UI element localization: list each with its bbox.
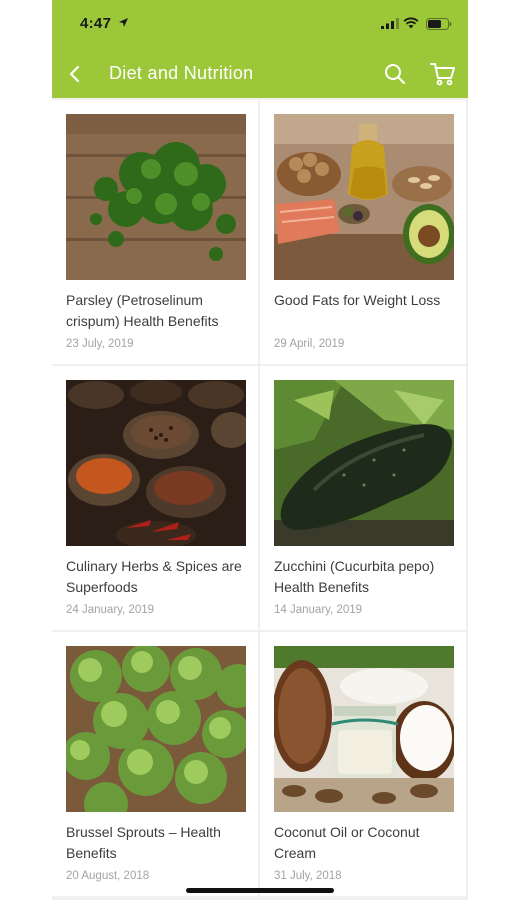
article-title: Zucchini (Cucurbita pepo) Health Benefit…	[274, 558, 435, 595]
app-screen: 4:47 Diet and Nutrition Parsley (Petrose…	[52, 0, 468, 900]
article-card-good-fats[interactable]: Good Fats for Weight Loss 29 April, 2019	[260, 100, 466, 364]
wifi-icon	[403, 17, 419, 29]
article-card-brussel-sprouts[interactable]: Brussel Sprouts – Health Benefits 20 Aug…	[52, 632, 258, 896]
article-title: Brussel Sprouts – Health Benefits	[66, 824, 221, 861]
article-card-parsley[interactable]: Parsley (Petroselinum crispum) Health Be…	[52, 100, 258, 364]
article-date: 20 August, 2018	[66, 870, 150, 882]
cart-icon[interactable]	[430, 62, 456, 86]
article-title: Good Fats for Weight Loss	[274, 292, 441, 308]
article-date: 23 July, 2019	[66, 338, 134, 350]
article-card-zucchini[interactable]: Zucchini (Cucurbita pepo) Health Benefit…	[260, 366, 466, 630]
battery-icon	[426, 18, 452, 30]
article-date: 31 July, 2018	[274, 870, 342, 882]
back-icon[interactable]	[66, 62, 86, 86]
app-header: 4:47 Diet and Nutrition	[52, 0, 468, 98]
nav-bar: Diet and Nutrition	[52, 50, 468, 98]
status-bar: 4:47	[52, 0, 468, 48]
article-grid: Parsley (Petroselinum crispum) Health Be…	[52, 100, 468, 896]
article-title: Coconut Oil or Coconut Cream	[274, 824, 420, 861]
parsley-image	[66, 114, 246, 280]
search-icon[interactable]	[384, 63, 406, 85]
article-card-coconut[interactable]: Coconut Oil or Coconut Cream 31 July, 20…	[260, 632, 466, 896]
home-indicator[interactable]	[186, 888, 334, 893]
article-title: Parsley (Petroselinum crispum) Health Be…	[66, 292, 219, 329]
article-card-herbs-spices[interactable]: Culinary Herbs & Spices are Superfoods 2…	[52, 366, 258, 630]
page-title: Diet and Nutrition	[109, 63, 254, 83]
article-title: Culinary Herbs & Spices are Superfoods	[66, 558, 242, 595]
article-date: 14 January, 2019	[274, 604, 363, 616]
article-date: 24 January, 2019	[66, 604, 155, 616]
zucchini-image	[274, 380, 454, 546]
coconut-image	[274, 646, 454, 812]
location-arrow-icon	[119, 18, 128, 27]
brussel-sprouts-image	[66, 646, 246, 812]
good-fats-image	[274, 114, 454, 280]
herbs-spices-image	[66, 380, 246, 546]
signal-icon	[381, 18, 399, 29]
article-date: 29 April, 2019	[274, 338, 345, 350]
status-time: 4:47	[80, 15, 112, 32]
